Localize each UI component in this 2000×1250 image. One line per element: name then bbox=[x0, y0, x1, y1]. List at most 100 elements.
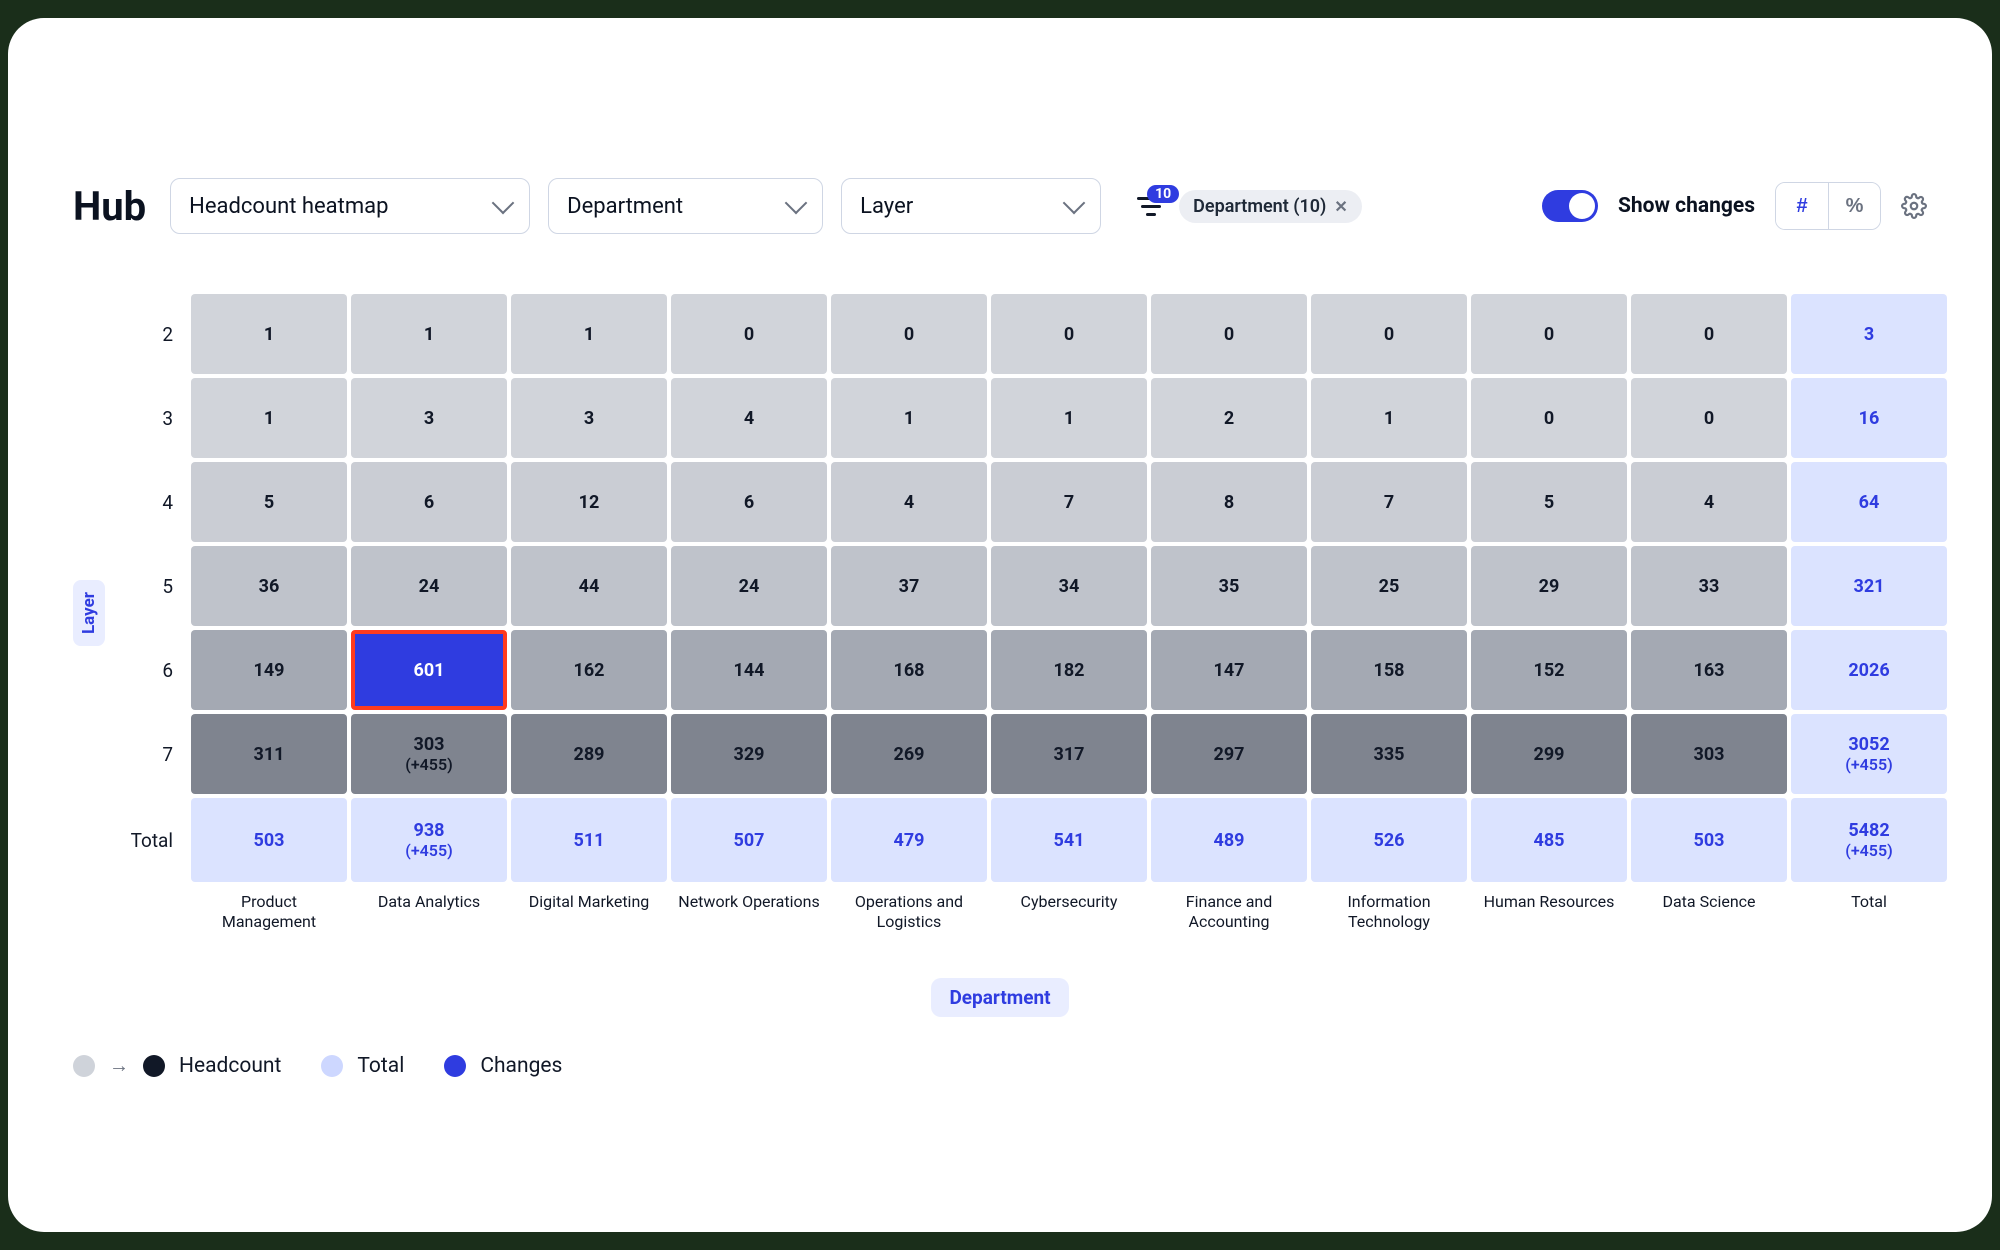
heatmap-cell[interactable]: 503 bbox=[1631, 798, 1787, 882]
heatmap-cell[interactable]: 7 bbox=[1311, 462, 1467, 542]
heatmap-cell[interactable]: 335 bbox=[1311, 714, 1467, 794]
heatmap-cell[interactable]: 303 bbox=[1631, 714, 1787, 794]
heatmap-cell[interactable]: 25 bbox=[1311, 546, 1467, 626]
heatmap-cell[interactable]: 299 bbox=[1471, 714, 1627, 794]
heatmap-cell[interactable]: 163 bbox=[1631, 630, 1787, 710]
heatmap-cell[interactable]: 541 bbox=[991, 798, 1147, 882]
heatmap-cell[interactable]: 1 bbox=[831, 378, 987, 458]
heatmap-cell[interactable]: 182 bbox=[991, 630, 1147, 710]
heatmap-cell[interactable]: 16 bbox=[1791, 378, 1947, 458]
heatmap-cell[interactable]: 0 bbox=[1631, 378, 1787, 458]
column-label: Human Resources bbox=[1471, 888, 1627, 932]
heatmap-cell[interactable]: 489 bbox=[1151, 798, 1307, 882]
heatmap-cell[interactable]: 2026 bbox=[1791, 630, 1947, 710]
heatmap-cell[interactable]: 8 bbox=[1151, 462, 1307, 542]
show-changes-toggle[interactable] bbox=[1542, 190, 1598, 222]
heatmap-cell[interactable]: 3 bbox=[511, 378, 667, 458]
heatmap-cell[interactable]: 1 bbox=[511, 294, 667, 374]
filter-count-badge: 10 bbox=[1147, 185, 1179, 203]
filter-chip-label: Department (10) bbox=[1193, 196, 1326, 217]
row-label: 7 bbox=[109, 714, 187, 794]
heatmap-cell[interactable]: 2 bbox=[1151, 378, 1307, 458]
heatmap-cell[interactable]: 12 bbox=[511, 462, 667, 542]
filter-icon[interactable]: 10 bbox=[1137, 195, 1165, 217]
x-axis-select-value: Department bbox=[567, 194, 683, 219]
heatmap-cell[interactable]: 1 bbox=[351, 294, 507, 374]
heatmap-cell[interactable]: 7 bbox=[991, 462, 1147, 542]
heatmap-cell[interactable]: 503 bbox=[191, 798, 347, 882]
heatmap-cell[interactable]: 24 bbox=[351, 546, 507, 626]
close-icon[interactable]: ✕ bbox=[1334, 197, 1347, 216]
heatmap-cell[interactable]: 269 bbox=[831, 714, 987, 794]
heatmap-cell[interactable]: 34 bbox=[991, 546, 1147, 626]
heatmap-cell[interactable]: 162 bbox=[511, 630, 667, 710]
heatmap-cell[interactable]: 24 bbox=[671, 546, 827, 626]
heatmap-cell[interactable]: 317 bbox=[991, 714, 1147, 794]
heatmap-cell[interactable]: 4 bbox=[1631, 462, 1787, 542]
heatmap-cell[interactable]: 1 bbox=[1311, 378, 1467, 458]
heatmap-cell[interactable]: 5 bbox=[191, 462, 347, 542]
heatmap-cell[interactable]: 149 bbox=[191, 630, 347, 710]
heatmap-cell[interactable]: 289 bbox=[511, 714, 667, 794]
heatmap-cell[interactable]: 168 bbox=[831, 630, 987, 710]
heatmap-cell[interactable]: 64 bbox=[1791, 462, 1947, 542]
heatmap-cell[interactable]: 35 bbox=[1151, 546, 1307, 626]
heatmap-cell[interactable]: 3 bbox=[1791, 294, 1947, 374]
filter-chip-department[interactable]: Department (10) ✕ bbox=[1179, 190, 1362, 223]
legend-dot-total bbox=[321, 1055, 343, 1077]
metric-select-value: Headcount heatmap bbox=[189, 194, 388, 219]
heatmap-cell[interactable]: 0 bbox=[1311, 294, 1467, 374]
heatmap-cell[interactable]: 479 bbox=[831, 798, 987, 882]
heatmap-cell[interactable]: 6 bbox=[671, 462, 827, 542]
heatmap-cell[interactable]: 329 bbox=[671, 714, 827, 794]
heatmap-cell[interactable]: 29 bbox=[1471, 546, 1627, 626]
heatmap-cell[interactable]: 1 bbox=[191, 378, 347, 458]
row-label: 3 bbox=[109, 378, 187, 458]
column-label: Total bbox=[1791, 888, 1947, 932]
format-hash-button[interactable]: # bbox=[1776, 183, 1828, 229]
heatmap-cell[interactable]: 0 bbox=[991, 294, 1147, 374]
heatmap-cell[interactable]: 303(+455) bbox=[351, 714, 507, 794]
y-axis-select[interactable]: Layer bbox=[841, 178, 1101, 234]
heatmap-cell[interactable]: 5482(+455) bbox=[1791, 798, 1947, 882]
gear-icon[interactable] bbox=[1901, 193, 1927, 219]
heatmap-cell[interactable]: 507 bbox=[671, 798, 827, 882]
metric-select[interactable]: Headcount heatmap bbox=[170, 178, 530, 234]
format-percent-button[interactable]: % bbox=[1828, 183, 1880, 229]
heatmap-cell[interactable]: 36 bbox=[191, 546, 347, 626]
heatmap-cell[interactable]: 1 bbox=[991, 378, 1147, 458]
heatmap-cell[interactable]: 0 bbox=[671, 294, 827, 374]
x-axis-select[interactable]: Department bbox=[548, 178, 823, 234]
heatmap-cell[interactable]: 485 bbox=[1471, 798, 1627, 882]
row-label: Total bbox=[109, 798, 187, 882]
heatmap-cell[interactable]: 152 bbox=[1471, 630, 1627, 710]
heatmap-cell[interactable]: 0 bbox=[1471, 378, 1627, 458]
row-label: 6 bbox=[109, 630, 187, 710]
heatmap-cell[interactable]: 938(+455) bbox=[351, 798, 507, 882]
heatmap-cell[interactable]: 526 bbox=[1311, 798, 1467, 882]
heatmap-cell[interactable]: 37 bbox=[831, 546, 987, 626]
heatmap-cell[interactable]: 0 bbox=[1151, 294, 1307, 374]
column-label: Finance and Accounting bbox=[1151, 888, 1307, 932]
heatmap-cell[interactable]: 158 bbox=[1311, 630, 1467, 710]
heatmap-cell[interactable]: 0 bbox=[1631, 294, 1787, 374]
heatmap-cell[interactable]: 3 bbox=[351, 378, 507, 458]
heatmap-cell[interactable]: 311 bbox=[191, 714, 347, 794]
heatmap-cell[interactable]: 4 bbox=[671, 378, 827, 458]
heatmap-cell[interactable]: 0 bbox=[831, 294, 987, 374]
heatmap-cell[interactable]: 0 bbox=[1471, 294, 1627, 374]
heatmap-cell[interactable]: 5 bbox=[1471, 462, 1627, 542]
heatmap-cell[interactable]: 511 bbox=[511, 798, 667, 882]
heatmap-cell[interactable]: 297 bbox=[1151, 714, 1307, 794]
heatmap-cell[interactable]: 147 bbox=[1151, 630, 1307, 710]
heatmap-cell[interactable]: 601 bbox=[351, 630, 507, 710]
heatmap-cell[interactable]: 321 bbox=[1791, 546, 1947, 626]
heatmap-cell[interactable]: 33 bbox=[1631, 546, 1787, 626]
heatmap-cell[interactable]: 1 bbox=[191, 294, 347, 374]
heatmap-cell[interactable]: 144 bbox=[671, 630, 827, 710]
heatmap-cell[interactable]: 3052(+455) bbox=[1791, 714, 1947, 794]
page-title: Hub bbox=[73, 183, 146, 230]
heatmap-cell[interactable]: 4 bbox=[831, 462, 987, 542]
heatmap-cell[interactable]: 6 bbox=[351, 462, 507, 542]
heatmap-cell[interactable]: 44 bbox=[511, 546, 667, 626]
